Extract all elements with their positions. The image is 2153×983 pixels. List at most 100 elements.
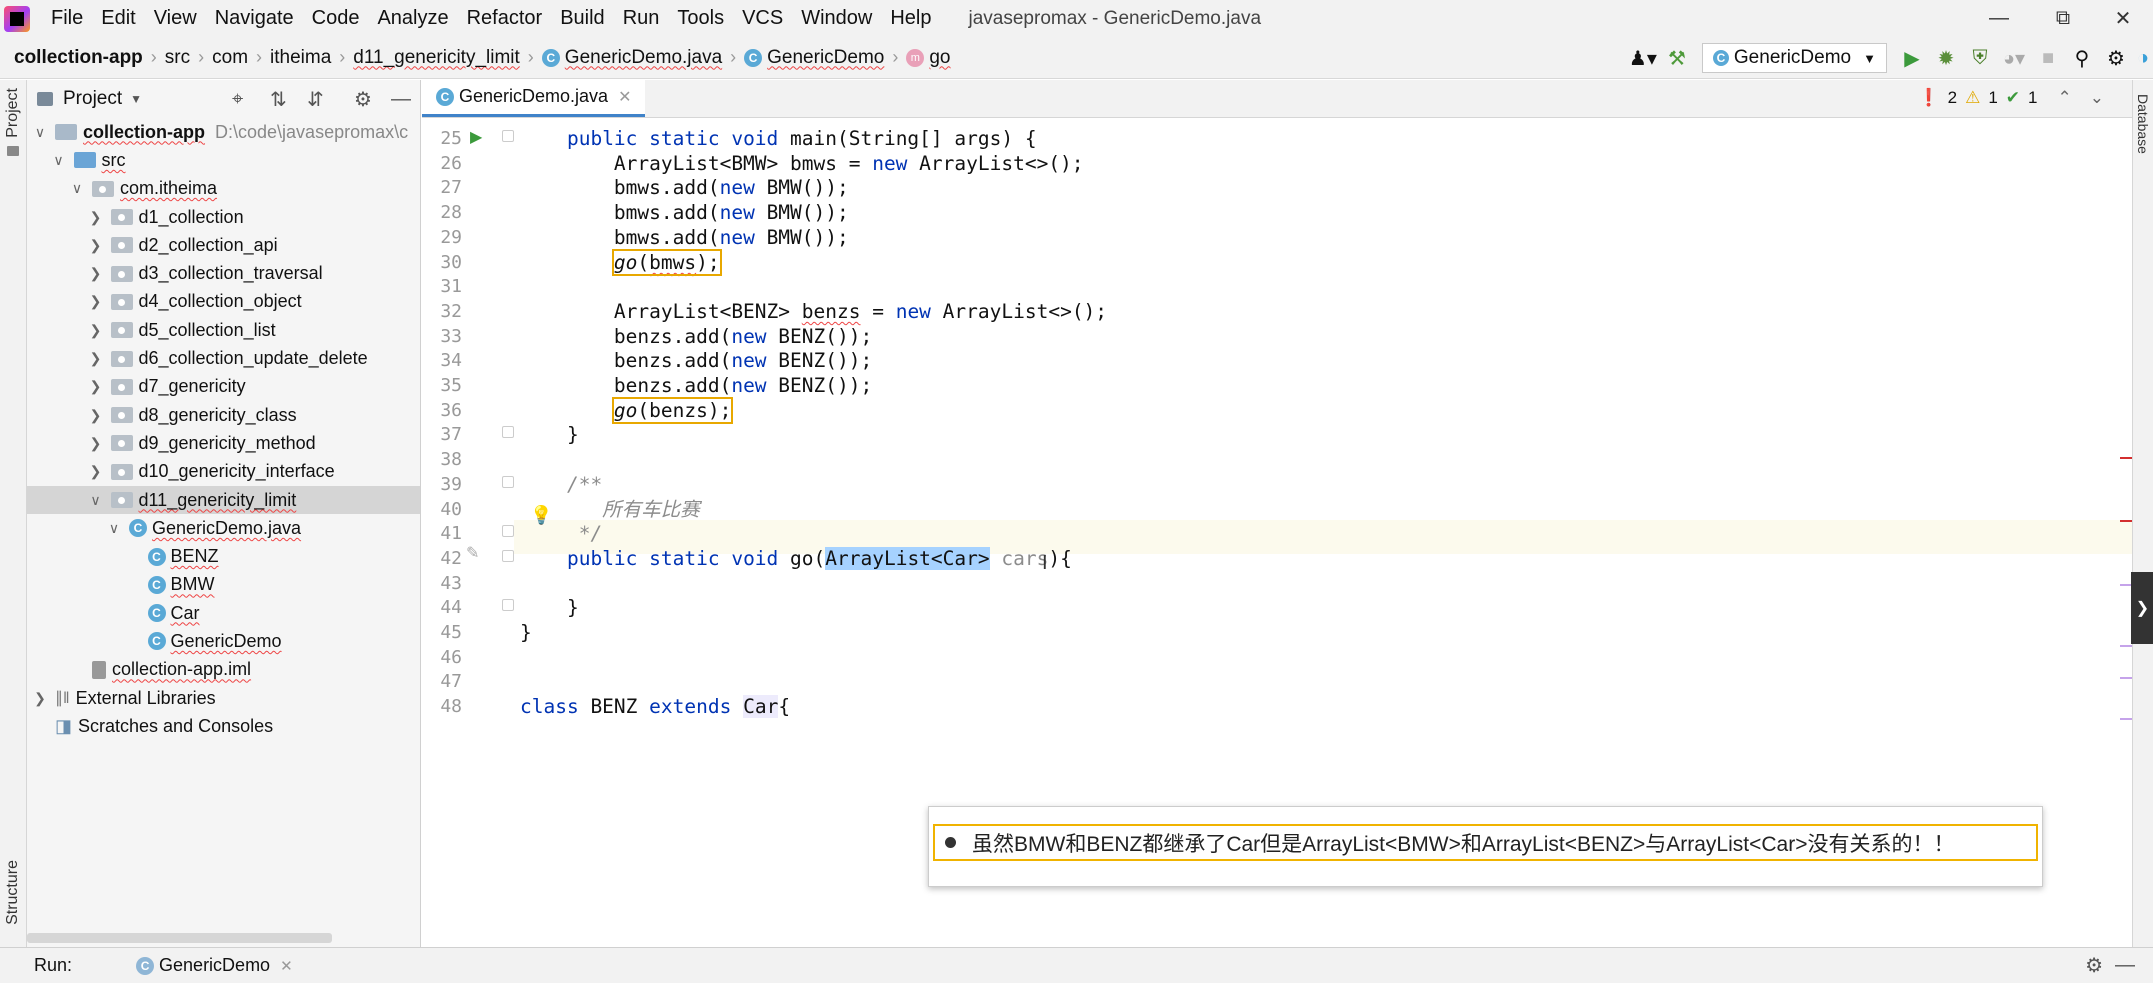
menu-file[interactable]: File xyxy=(42,0,92,37)
menu-navigate[interactable]: Navigate xyxy=(206,0,303,37)
chevron-down-icon[interactable]: ∨ xyxy=(50,152,68,169)
code-line[interactable]: class BENZ extends Car{ xyxy=(520,690,790,724)
tree-item[interactable]: ❯ d3_collection_traversal xyxy=(27,259,420,287)
menu-build[interactable]: Build xyxy=(551,0,613,37)
fold-marker-icon[interactable] xyxy=(502,426,514,438)
close-tab-icon[interactable]: ✕ xyxy=(280,957,293,975)
minimize-button[interactable]: — xyxy=(1967,0,2031,37)
breadcrumb-item[interactable]: C GenericDemo xyxy=(740,47,888,69)
edit-gutter-icon[interactable]: ✎ xyxy=(466,543,479,563)
chevron-down-icon[interactable]: ⌄ xyxy=(2090,88,2104,108)
tree-item[interactable]: ❯ d7_genericity xyxy=(27,373,420,401)
profile-icon[interactable]: ◕▾ xyxy=(1997,41,2031,75)
project-tool-tab[interactable]: Project xyxy=(4,88,22,138)
menu-code[interactable]: Code xyxy=(303,0,369,37)
user-account-icon[interactable]: ♟▾ xyxy=(1626,41,1660,75)
chevron-right-icon[interactable]: ❯ xyxy=(87,407,105,424)
chevron-down-icon[interactable]: ∨ xyxy=(68,180,86,197)
build-hammer-icon[interactable]: ⚒ xyxy=(1660,41,1694,75)
menu-view[interactable]: View xyxy=(145,0,206,37)
tree-item[interactable]: ❯ ∥‖ External Libraries xyxy=(27,684,420,712)
tree-item[interactable]: C BENZ xyxy=(27,542,420,570)
project-view-label[interactable]: Project xyxy=(63,88,122,110)
tree-item[interactable]: C BMW xyxy=(27,571,420,599)
tree-item[interactable]: ∨ src xyxy=(27,146,420,174)
fold-marker-icon[interactable] xyxy=(502,550,514,562)
menu-tools[interactable]: Tools xyxy=(668,0,733,37)
search-icon[interactable]: ⚲ xyxy=(2065,41,2099,75)
tree-item[interactable]: ❯ d9_genericity_method xyxy=(27,429,420,457)
chevron-down-icon[interactable]: ∨ xyxy=(31,124,49,141)
breadcrumb-item[interactable]: src xyxy=(161,47,194,69)
fold-marker-icon[interactable] xyxy=(502,130,514,142)
close-window-button[interactable]: ✕ xyxy=(2091,0,2153,37)
expand-all-icon[interactable]: ⇅ xyxy=(270,87,287,112)
breadcrumb-item[interactable]: collection-app xyxy=(10,47,147,69)
tree-item[interactable]: ∨ com.itheima xyxy=(27,175,420,203)
tree-item[interactable]: ❯ d2_collection_api xyxy=(27,231,420,259)
code-line[interactable]: go(bmws); xyxy=(520,246,722,280)
tab-genericdemo-java[interactable]: C GenericDemo.java ✕ xyxy=(422,79,646,117)
tree-item[interactable]: ◨ Scratches and Consoles xyxy=(27,712,420,740)
menu-edit[interactable]: Edit xyxy=(92,0,144,37)
stop-icon[interactable]: ■ xyxy=(2031,41,2065,75)
fold-marker-icon[interactable] xyxy=(502,476,514,488)
breadcrumb-item[interactable]: C GenericDemo.java xyxy=(538,47,726,69)
chevron-right-icon[interactable]: ❯ xyxy=(87,293,105,310)
tree-item[interactable]: ❯ d5_collection_list xyxy=(27,316,420,344)
tree-item[interactable]: ❯ d8_genericity_class xyxy=(27,401,420,429)
chevron-right-icon[interactable]: ❯ xyxy=(2131,572,2153,644)
intention-bulb-icon[interactable]: 💡 xyxy=(530,505,552,526)
restore-button[interactable]: ⧉ xyxy=(2031,0,2095,37)
inspection-widget[interactable]: ❗ 2 ⚠ 1 ✔ 1 ⌃ ⌄ xyxy=(1910,88,2104,108)
close-tab-icon[interactable]: ✕ xyxy=(618,87,631,107)
collapse-all-icon[interactable]: ⇵ xyxy=(307,87,324,112)
chevron-right-icon[interactable]: ❯ xyxy=(87,435,105,452)
menu-run[interactable]: Run xyxy=(614,0,669,37)
fold-marker-icon[interactable] xyxy=(502,599,514,611)
debug-icon[interactable]: ✹ xyxy=(1929,41,1963,75)
breadcrumb-item[interactable]: itheima xyxy=(266,47,335,69)
gear-icon[interactable]: ⚙ xyxy=(2085,953,2103,978)
run-tab-genericdemo[interactable]: GenericDemo xyxy=(159,955,270,976)
chevron-right-icon[interactable]: ❯ xyxy=(87,322,105,339)
chevron-right-icon[interactable]: ❯ xyxy=(87,265,105,282)
code-line[interactable]: public static void go(ArrayList<Car> car… xyxy=(520,542,1072,576)
breadcrumb-item[interactable]: com xyxy=(208,47,252,69)
chevron-right-icon[interactable]: ❯ xyxy=(87,237,105,254)
menu-vcs[interactable]: VCS xyxy=(733,0,792,37)
tree-item[interactable]: ∨ collection-app D:\code\javasepromax\c xyxy=(27,118,420,146)
run-configuration-select[interactable]: C GenericDemo ▼ xyxy=(1701,43,1887,73)
run-gutter-icon[interactable]: ▶ xyxy=(470,127,482,147)
locate-icon[interactable]: ⌖ xyxy=(232,88,243,111)
code-line[interactable]: } xyxy=(520,616,532,650)
chevron-right-icon[interactable]: ❯ xyxy=(87,209,105,226)
code-line[interactable]: } xyxy=(520,418,579,452)
tree-item[interactable]: ❯ d10_genericity_interface xyxy=(27,458,420,486)
breadcrumb-item[interactable]: d11_genericity_limit xyxy=(349,47,524,69)
tree-item[interactable]: collection-app.iml xyxy=(27,656,420,684)
hide-panel-icon[interactable]: — xyxy=(391,88,411,111)
tree-item[interactable]: ❯ d1_collection xyxy=(27,203,420,231)
tree-item[interactable]: ❯ d6_collection_update_delete xyxy=(27,344,420,372)
breadcrumb-item[interactable]: m go xyxy=(902,47,954,69)
chevron-down-icon[interactable]: ▼ xyxy=(130,92,142,106)
coverage-icon[interactable]: ⛨ xyxy=(1963,41,1997,75)
chevron-right-icon[interactable]: ❯ xyxy=(87,378,105,395)
chevron-right-icon[interactable]: ❯ xyxy=(31,690,49,707)
tree-item[interactable]: ❯ d4_collection_object xyxy=(27,288,420,316)
gear-icon[interactable]: ⚙ xyxy=(2099,41,2133,75)
tree-item[interactable]: ∨ C GenericDemo.java xyxy=(27,514,420,542)
gear-icon[interactable]: ⚙ xyxy=(354,87,372,112)
menu-refactor[interactable]: Refactor xyxy=(458,0,552,37)
chevron-up-icon[interactable]: ⌃ xyxy=(2058,88,2072,108)
chevron-right-icon[interactable]: ❯ xyxy=(87,463,105,480)
plugin-icon[interactable]: ◑ xyxy=(2133,41,2153,75)
tree-item[interactable]: C GenericDemo xyxy=(27,627,420,655)
chevron-right-icon[interactable]: ❯ xyxy=(87,350,105,367)
horizontal-scrollbar[interactable] xyxy=(27,933,332,943)
hide-panel-icon[interactable]: — xyxy=(2115,954,2135,977)
fold-marker-icon[interactable] xyxy=(502,525,514,537)
menu-help[interactable]: Help xyxy=(881,0,940,37)
chevron-down-icon[interactable]: ∨ xyxy=(105,520,123,537)
